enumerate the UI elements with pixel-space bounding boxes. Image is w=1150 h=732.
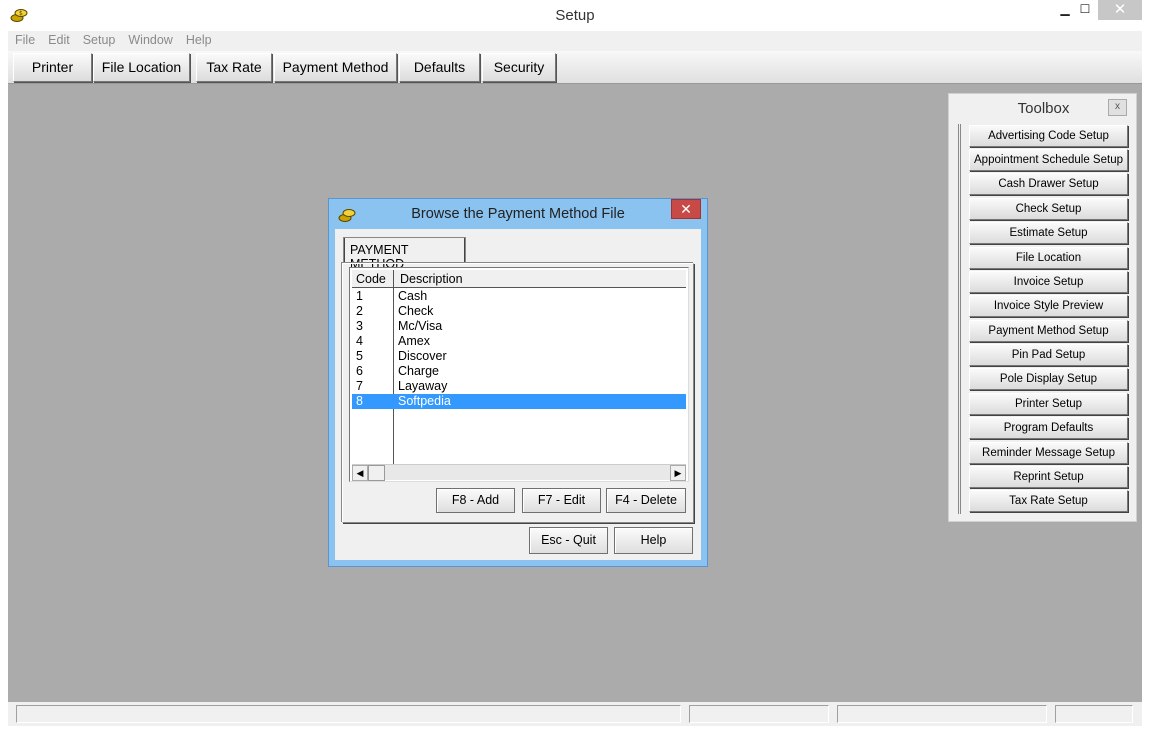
scrollbar-thumb[interactable] (368, 465, 385, 481)
tab-tax-rate[interactable]: Tax Rate (196, 53, 272, 82)
help-button[interactable]: Help (614, 527, 693, 554)
quit-button[interactable]: Esc - Quit (529, 527, 608, 554)
table-row-selected[interactable]: 8 Softpedia (352, 394, 686, 409)
setup-tab-bar: Printer File Location Tax Rate Payment M… (8, 51, 1142, 84)
table-row[interactable]: 4 Amex (352, 334, 686, 349)
tab-payment-method-panel[interactable]: PAYMENT METHOD (343, 237, 466, 271)
column-header-description[interactable]: Description (400, 272, 463, 286)
toolbox-payment-method-setup[interactable]: Payment Method Setup (969, 320, 1128, 342)
window-title: Setup (555, 7, 595, 24)
menu-window[interactable]: Window (121, 31, 178, 47)
tab-security[interactable]: Security (482, 53, 556, 82)
menu-bar: File Edit Setup Window Help (8, 31, 1142, 51)
dialog-body: PAYMENT METHOD Code Description 1 Cash 2C… (335, 229, 701, 560)
status-panel-3 (837, 705, 1047, 723)
column-header-code[interactable]: Code (356, 272, 386, 286)
status-panel-4 (1055, 705, 1133, 723)
table-row[interactable]: 1 Cash (352, 289, 686, 304)
dialog-title: Browse the Payment Method File (411, 206, 625, 222)
window-bottom-edge (0, 726, 1150, 732)
cell-description: Cash (398, 289, 428, 303)
menu-file[interactable]: File (8, 31, 41, 47)
cell-description: Discover (398, 349, 447, 363)
cell-description: Mc/Visa (398, 319, 443, 333)
toolbox-advertising-code-setup[interactable]: Advertising Code Setup (969, 125, 1128, 147)
payment-method-grid[interactable]: Code Description 1 Cash 2 Check 3 Mc/Visa 4… (349, 267, 689, 482)
cell-description: Amex (398, 334, 430, 348)
toolbox-appointment-schedule-setup[interactable]: Appointment Schedule Setup (969, 149, 1128, 171)
toolbox-list: Advertising Code Setup Appointment Sched… (958, 124, 1130, 514)
menu-help[interactable]: Help (179, 31, 218, 47)
toolbox-invoice-style-preview[interactable]: Invoice Style Preview (969, 295, 1128, 317)
toolbox-pole-display-setup[interactable]: Pole Display Setup (969, 368, 1128, 390)
add-button[interactable]: F8 - Add (436, 488, 515, 513)
toolbox-panel: Toolbox x Advertising Code Setup Appoint… (948, 93, 1137, 522)
cell-description: Charge (398, 364, 439, 378)
horizontal-scrollbar[interactable]: ◀ ▶ (352, 464, 686, 481)
cell-description: Check (398, 304, 434, 318)
toolbox-reprint-setup[interactable]: Reprint Setup (969, 466, 1128, 488)
cell-code: 1 (356, 289, 363, 303)
toolbox-invoice-setup[interactable]: Invoice Setup (969, 271, 1128, 293)
menu-setup[interactable]: Setup (76, 31, 122, 47)
toolbox-check-setup[interactable]: Check Setup (969, 198, 1128, 220)
delete-button[interactable]: F4 - Delete (606, 488, 686, 513)
toolbox-tax-rate-setup[interactable]: Tax Rate Setup (969, 490, 1128, 512)
cell-description: Layaway (398, 379, 448, 393)
cell-code: 5 (356, 349, 363, 363)
scroll-left-icon[interactable]: ◀ (352, 465, 368, 481)
title-bar: $ Setup ▁ ☐ ✕ (0, 0, 1150, 31)
grid-header: Code Description (352, 270, 686, 288)
toolbox-printer-setup[interactable]: Printer Setup (969, 393, 1128, 415)
toolbox-program-defaults[interactable]: Program Defaults (969, 417, 1128, 439)
toolbox-pin-pad-setup[interactable]: Pin Pad Setup (969, 344, 1128, 366)
toolbox-reminder-message-setup[interactable]: Reminder Message Setup (969, 442, 1128, 464)
cell-description: Softpedia (398, 394, 451, 408)
close-button[interactable]: ✕ (1098, 0, 1142, 20)
cell-code: 6 (356, 364, 363, 378)
tab-file-location[interactable]: File Location (93, 53, 190, 82)
toolbox-cash-drawer-setup[interactable]: Cash Drawer Setup (969, 173, 1128, 195)
cell-code: 2 (356, 304, 363, 318)
table-row[interactable]: 2 Check (352, 304, 686, 319)
cell-code: 7 (356, 379, 363, 393)
cell-code: 8 (356, 394, 363, 408)
dialog-close-button[interactable]: ✕ (671, 199, 701, 219)
toolbox-close-icon[interactable]: x (1108, 99, 1127, 116)
status-panel-1 (16, 705, 681, 723)
scroll-right-icon[interactable]: ▶ (670, 465, 686, 481)
tab-defaults[interactable]: Defaults (399, 53, 480, 82)
table-row[interactable]: 3 Mc/Visa (352, 319, 686, 334)
tab-printer[interactable]: Printer (13, 53, 92, 82)
edit-button[interactable]: F7 - Edit (522, 488, 601, 513)
tab-panel: Code Description 1 Cash 2 Check 3 Mc/Visa 4… (342, 263, 694, 523)
status-bar (8, 702, 1142, 726)
maximize-button[interactable]: ☐ (1070, 2, 1100, 24)
table-row[interactable]: 6 Charge (352, 364, 686, 379)
browse-payment-method-dialog: Browse the Payment Method File ✕ PAYMENT… (328, 198, 708, 567)
table-row[interactable]: 7 Layaway (352, 379, 686, 394)
tab-payment-method[interactable]: Payment Method (274, 53, 397, 82)
toolbox-estimate-setup[interactable]: Estimate Setup (969, 222, 1128, 244)
status-panel-2 (689, 705, 829, 723)
toolbox-file-location[interactable]: File Location (969, 247, 1128, 269)
cell-code: 3 (356, 319, 363, 333)
cell-code: 4 (356, 334, 363, 348)
menu-edit[interactable]: Edit (41, 31, 76, 47)
table-row[interactable]: 5 Discover (352, 349, 686, 364)
